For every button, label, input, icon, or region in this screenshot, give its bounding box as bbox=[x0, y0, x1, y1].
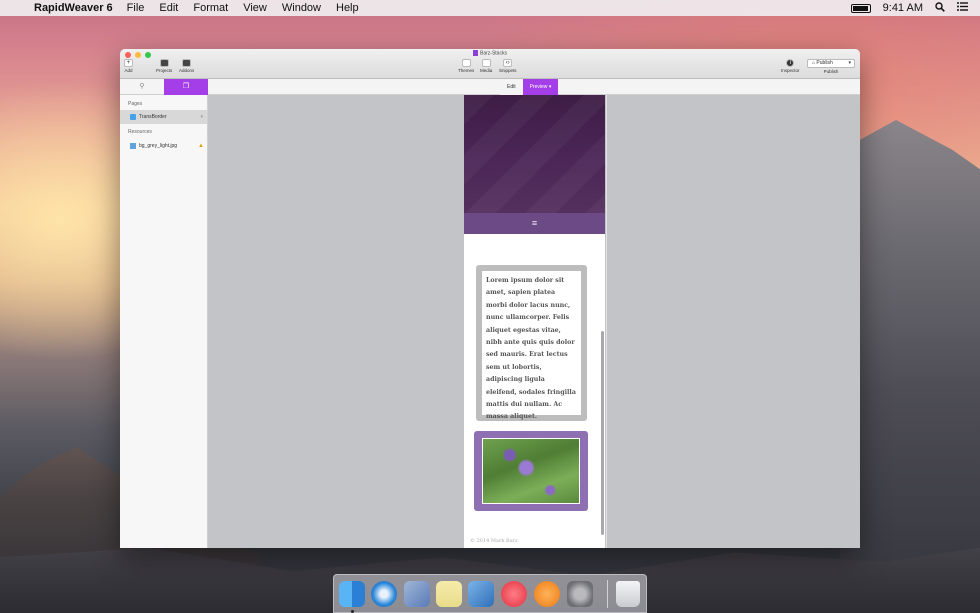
menu-file[interactable]: File bbox=[127, 2, 145, 14]
sidebar: Pages TransBorder ▾ Resources bg_grey_li… bbox=[120, 95, 208, 548]
document-icon bbox=[473, 50, 479, 56]
mountain-right bbox=[840, 120, 980, 613]
plus-icon: + bbox=[124, 59, 133, 67]
preview-edge bbox=[606, 95, 607, 548]
wrench-icon: ⚲ bbox=[139, 83, 145, 90]
nav-bar: ≡ bbox=[464, 213, 605, 234]
mode-segmented-control: Edit Preview ▾ bbox=[500, 79, 559, 95]
footer-text: © 2014 Mark Barz bbox=[470, 538, 518, 544]
preview-icon[interactable] bbox=[404, 581, 430, 607]
tab-pages[interactable]: ❐ bbox=[164, 79, 208, 95]
media-icon bbox=[481, 59, 491, 67]
dropdown-arrow-icon: ▾ bbox=[848, 60, 851, 66]
media-button[interactable]: Media bbox=[480, 59, 492, 73]
projects-button[interactable]: Projects bbox=[156, 59, 172, 73]
preview-mode-tab[interactable]: Preview ▾ bbox=[522, 79, 559, 95]
trash-icon[interactable] bbox=[616, 581, 640, 607]
resources-header: Resources bbox=[128, 129, 152, 135]
tab-settings[interactable]: ⚲ bbox=[120, 79, 164, 95]
publish-control: ⌂ Publish ▾ Publish bbox=[807, 59, 855, 74]
house-icon: ⌂ bbox=[812, 60, 816, 66]
warning-icon: ▲ bbox=[198, 143, 204, 149]
menu-clock[interactable]: 9:41 AM bbox=[883, 2, 923, 14]
menu-window[interactable]: Window bbox=[282, 2, 321, 14]
disclosure-arrow-icon[interactable]: ▾ bbox=[200, 110, 203, 124]
snippets-button[interactable]: ‹› Snippets bbox=[499, 59, 517, 73]
hamburger-menu-icon[interactable]: ≡ bbox=[532, 218, 537, 228]
menu-help[interactable]: Help bbox=[336, 2, 359, 14]
edit-mode-tab[interactable]: Edit bbox=[500, 79, 523, 95]
window-titlebar: Barz-Stacks + Add Projects Addons Themes… bbox=[120, 49, 860, 79]
image-card bbox=[474, 431, 588, 511]
publish-button[interactable]: ⌂ Publish ▾ bbox=[807, 59, 855, 68]
menu-edit[interactable]: Edit bbox=[159, 2, 178, 14]
lorem-text: Lorem ipsum dolor sit amet, sapien plate… bbox=[482, 271, 581, 420]
preview-canvas: ≡ Lorem ipsum dolor sit amet, sapien pla… bbox=[208, 95, 860, 548]
inspector-button[interactable]: i Inspector bbox=[781, 59, 800, 73]
pages-icon: ❐ bbox=[182, 83, 190, 90]
puzzle-icon bbox=[182, 59, 192, 67]
image-file-icon bbox=[130, 142, 136, 149]
text-card: Lorem ipsum dolor sit amet, sapien plate… bbox=[476, 265, 587, 421]
dock-separator bbox=[607, 580, 608, 608]
xcode-icon[interactable] bbox=[468, 581, 494, 607]
safari-icon[interactable] bbox=[371, 581, 397, 607]
system-preferences-icon[interactable] bbox=[567, 581, 593, 607]
finder-icon[interactable] bbox=[339, 581, 365, 607]
menu-app-name[interactable]: RapidWeaver 6 bbox=[34, 2, 113, 14]
menu-format[interactable]: Format bbox=[193, 2, 228, 14]
rapidweaver-window: Barz-Stacks + Add Projects Addons Themes… bbox=[120, 49, 860, 548]
themes-button[interactable]: Themes bbox=[458, 59, 474, 73]
menu-view[interactable]: View bbox=[243, 2, 267, 14]
addons-button[interactable]: Addons bbox=[179, 59, 194, 73]
spotlight-icon[interactable] bbox=[935, 1, 945, 15]
pages-header: Pages bbox=[128, 101, 143, 107]
code-icon: ‹› bbox=[503, 59, 513, 67]
hero-banner bbox=[464, 95, 605, 213]
themes-icon bbox=[461, 59, 471, 67]
mobile-preview: ≡ Lorem ipsum dolor sit amet, sapien pla… bbox=[464, 95, 605, 548]
chevron-down-icon: ▾ bbox=[548, 84, 552, 90]
dock bbox=[333, 574, 647, 613]
ibooks-icon[interactable] bbox=[534, 581, 560, 607]
notification-center-icon[interactable] bbox=[957, 2, 968, 14]
preview-scrollbar[interactable] bbox=[601, 331, 604, 535]
menu-bar: RapidWeaver 6 File Edit Format View Wind… bbox=[0, 0, 980, 16]
sidebar-item-transborder[interactable]: TransBorder ▾ bbox=[120, 110, 207, 124]
add-button[interactable]: + Add bbox=[124, 59, 133, 73]
battery-icon[interactable] bbox=[850, 3, 871, 13]
info-icon: i bbox=[786, 59, 795, 67]
sidebar-item-resource[interactable]: bg_grey_light.jpg ▲ bbox=[120, 139, 207, 153]
itunes-icon[interactable] bbox=[501, 581, 527, 607]
window-title: Barz-Stacks bbox=[120, 50, 860, 56]
notes-icon[interactable] bbox=[436, 581, 462, 607]
projects-icon bbox=[159, 59, 169, 67]
tab-bar: ⚲ ❐ Edit Preview ▾ bbox=[120, 79, 860, 95]
page-icon bbox=[130, 113, 136, 120]
lavender-photo bbox=[482, 438, 580, 504]
